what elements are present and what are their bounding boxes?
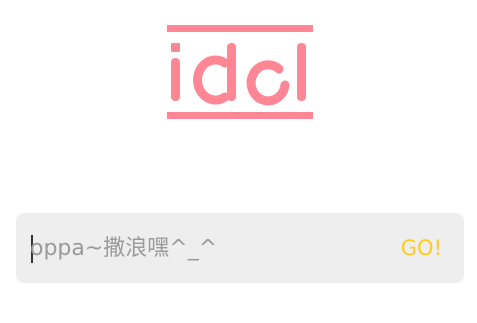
idol-logo-graphic xyxy=(167,25,313,119)
idol-logo xyxy=(167,25,315,121)
search-input[interactable] xyxy=(30,213,370,283)
search-bar: GO! xyxy=(16,213,464,283)
go-button[interactable]: GO! xyxy=(401,213,442,283)
app-screen: GO! xyxy=(0,0,477,323)
